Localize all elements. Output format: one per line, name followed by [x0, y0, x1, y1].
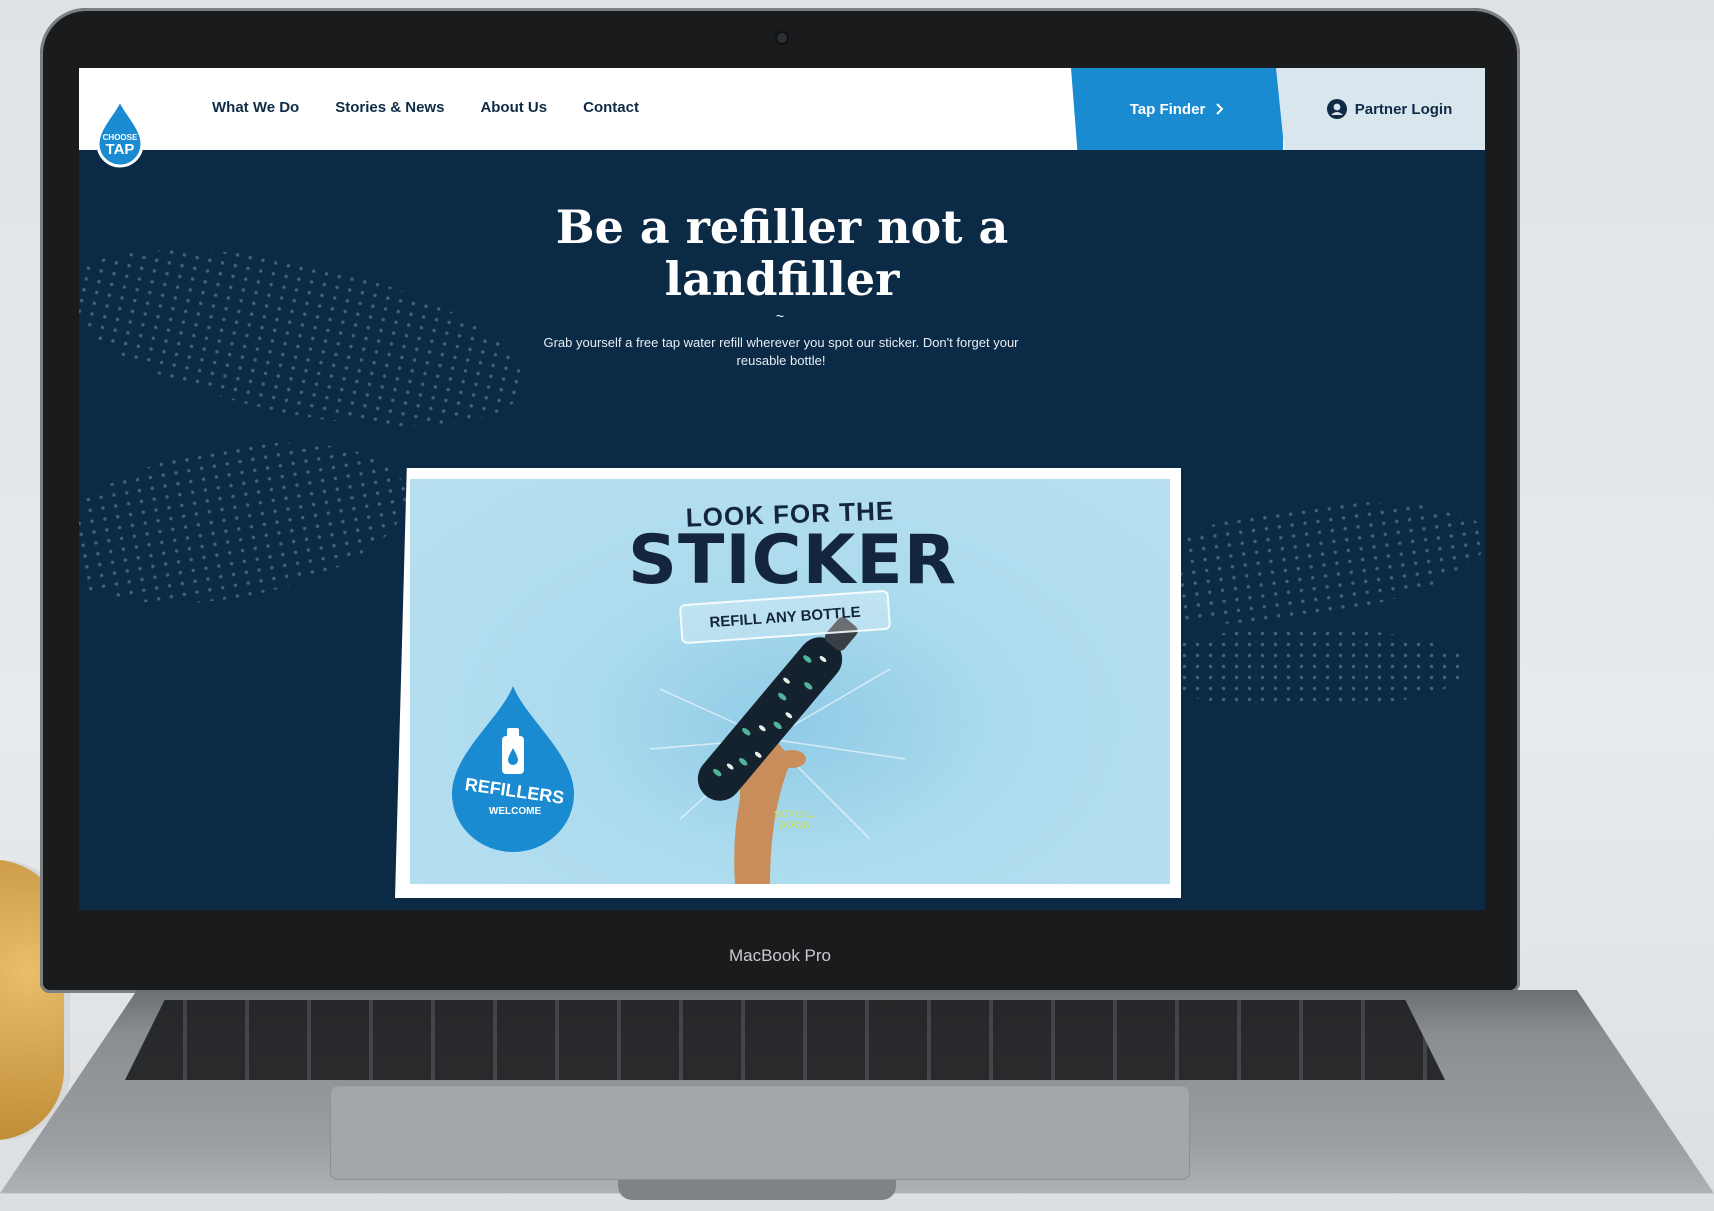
trackpad: [330, 1085, 1190, 1180]
logo-text-tap: TAP: [106, 141, 135, 158]
dot-wave-decoration: [79, 215, 540, 461]
keyboard: [125, 1000, 1445, 1080]
nav-link-about-us[interactable]: About Us: [480, 99, 547, 116]
dot-wave-decoration: [79, 417, 420, 629]
camera: [777, 33, 787, 43]
dot-wave-decoration: [1139, 628, 1469, 708]
hero-divider: ~: [775, 308, 785, 324]
nav-link-stories-news[interactable]: Stories & News: [335, 99, 444, 116]
partner-login-button[interactable]: Partner Login: [1276, 68, 1485, 150]
hero-title: Be a refiller not a landfiller: [555, 200, 1009, 306]
tap-finder-label: Tap Finder: [1129, 100, 1206, 118]
hero-subtitle: Grab yourself a free tap water refill wh…: [543, 335, 1019, 368]
partner-login-label: Partner Login: [1354, 100, 1453, 118]
nav-links: What We Do Stories & News About Us Conta…: [212, 99, 639, 116]
choose-tap-logo[interactable]: CHOOSE TAP: [92, 98, 148, 170]
laptop-notch: [618, 1180, 896, 1200]
banner-sticker-text: STICKER: [628, 521, 958, 600]
user-icon: [1326, 99, 1347, 119]
chevron-right-icon: [1216, 103, 1224, 115]
top-navigation: What We Do Stories & News About Us Conta…: [79, 68, 1485, 150]
device-label: MacBook Pro: [728, 946, 832, 965]
sticker-banner-image: LOOK FOR THE STICKER REFILL ANY BOTTLE R…: [410, 479, 1170, 884]
welcome-text: WELCOME: [488, 806, 542, 817]
nav-link-contact[interactable]: Contact: [583, 99, 639, 116]
bottle-in-hand-illustration: [649, 617, 906, 884]
browser-viewport: What We Do Stories & News About Us Conta…: [79, 68, 1485, 910]
tap-finder-button[interactable]: Tap Finder: [1071, 68, 1283, 150]
refillers-welcome-drop-icon: [452, 686, 574, 852]
scroll-down-hint[interactable]: SCROLL DOWN: [765, 809, 825, 831]
nav-link-what-we-do[interactable]: What We Do: [212, 99, 299, 116]
